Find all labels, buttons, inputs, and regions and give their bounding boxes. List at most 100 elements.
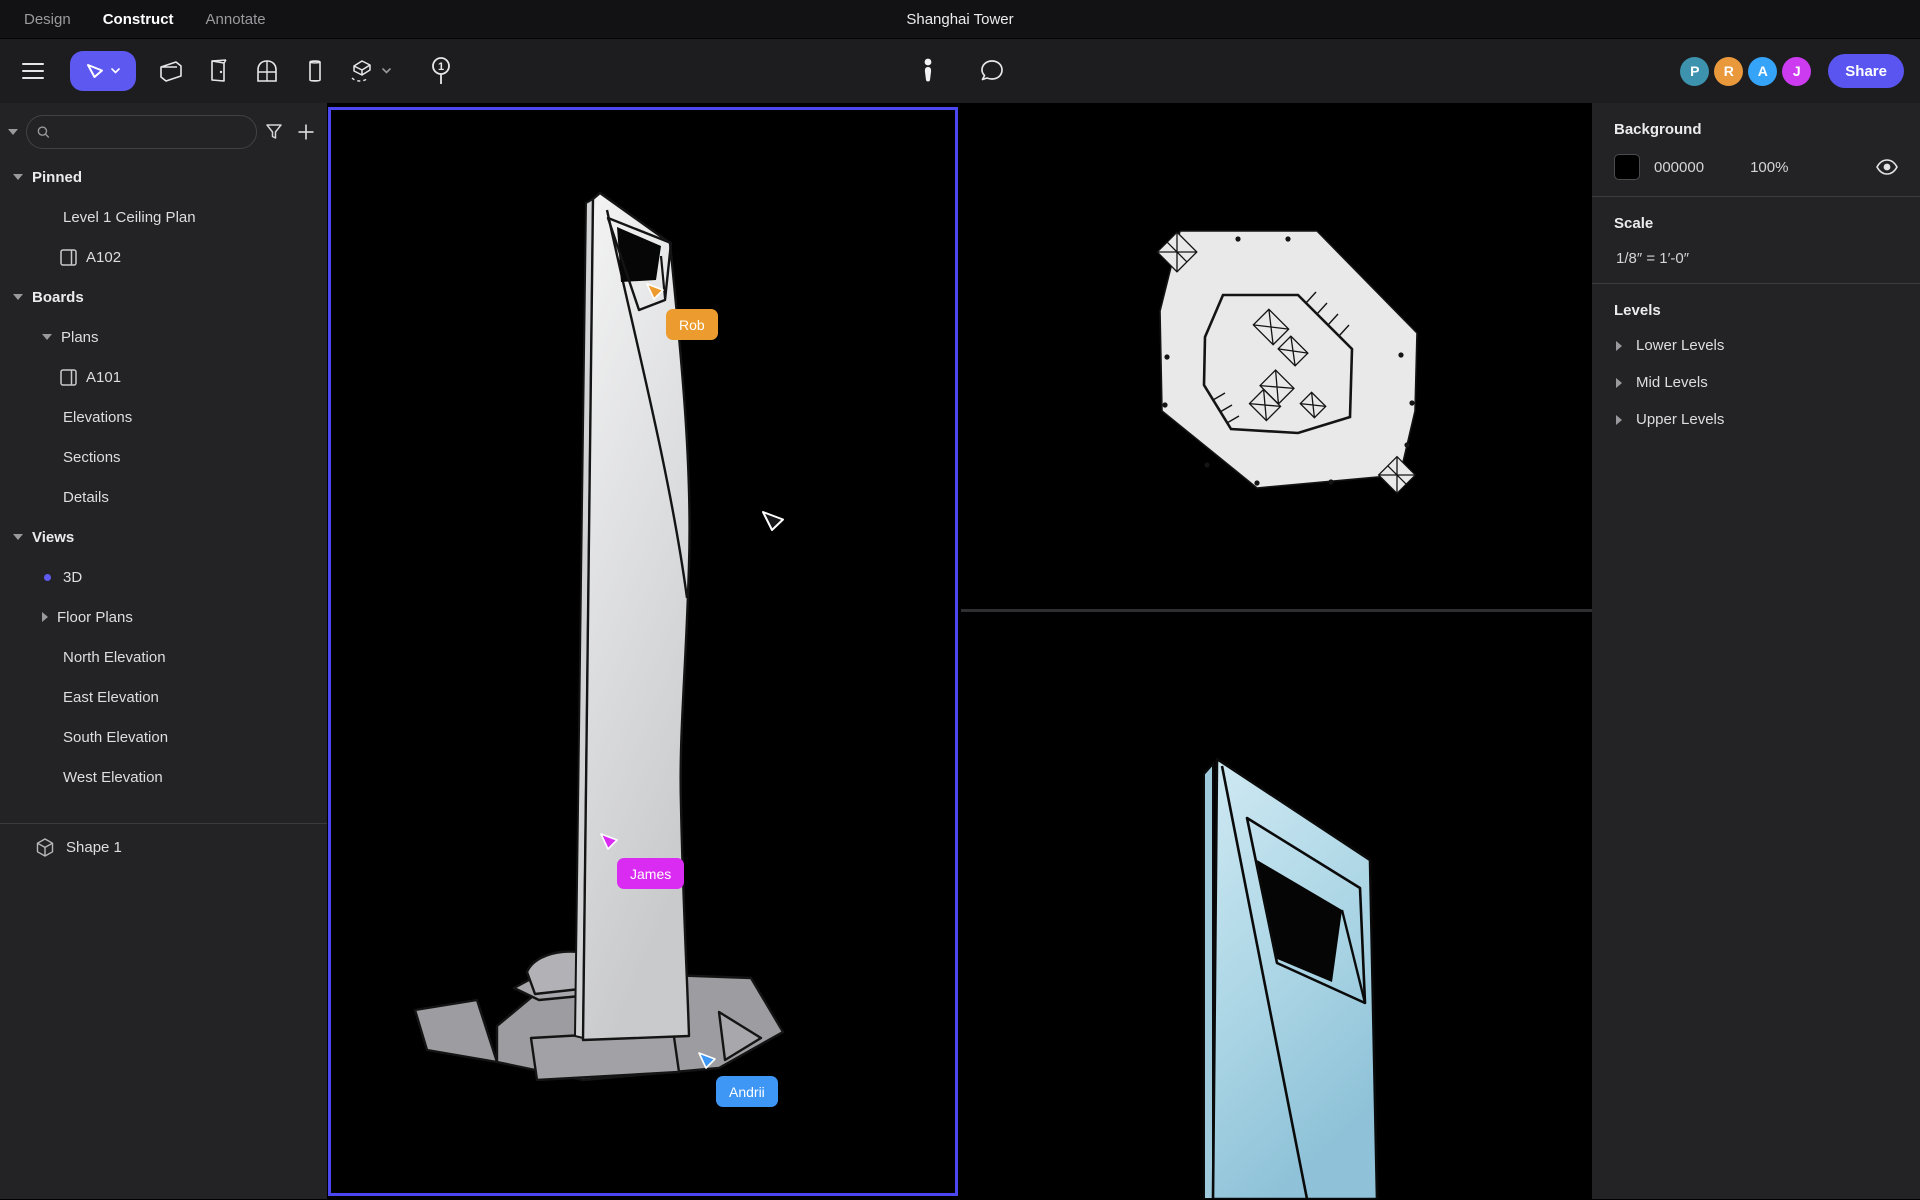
background-opacity-value[interactable]: 100% xyxy=(1750,159,1788,176)
massing-icon xyxy=(348,58,378,84)
avatar[interactable]: J xyxy=(1782,57,1811,86)
level-group-upper[interactable]: Upper Levels xyxy=(1614,401,1898,438)
scale-value[interactable]: 1/8″ = 1′-0″ xyxy=(1614,250,1898,267)
background-section: Background 000000 100% xyxy=(1592,103,1920,196)
plus-icon[interactable] xyxy=(297,123,315,141)
tab-annotate[interactable]: Annotate xyxy=(206,11,266,28)
cube-icon xyxy=(36,838,54,857)
local-cursor xyxy=(761,510,787,534)
sidebar-item-elevations[interactable]: Elevations xyxy=(0,397,327,437)
frame-3d-view-selected[interactable]: Rob James Andrii xyxy=(328,107,958,1196)
search-icon xyxy=(37,125,50,139)
chevron-right-icon xyxy=(1616,341,1622,351)
cursor-icon xyxy=(86,62,105,80)
wall-icon xyxy=(158,60,184,82)
cursor-label-james: James xyxy=(617,858,684,889)
frame-3d-detail-view[interactable] xyxy=(961,612,1592,1199)
search-input-wrap[interactable] xyxy=(26,115,257,149)
tab-design[interactable]: Design xyxy=(24,11,71,28)
background-title: Background xyxy=(1614,121,1898,138)
chevron-right-icon xyxy=(1616,415,1622,425)
levels-title: Levels xyxy=(1614,302,1898,319)
sidebar-item-details[interactable]: Details xyxy=(0,477,327,517)
sheet-icon xyxy=(60,249,77,266)
filter-icon[interactable] xyxy=(265,123,283,141)
sheet-icon xyxy=(60,369,77,386)
collapse-all-chevron-icon[interactable] xyxy=(8,129,18,135)
level-group-mid[interactable]: Mid Levels xyxy=(1614,364,1898,401)
cursor-label-andrii: Andrii xyxy=(716,1076,778,1107)
wall-tool-button[interactable] xyxy=(154,54,188,88)
window-tool-button[interactable] xyxy=(250,54,284,88)
cursor-label-rob: Rob xyxy=(666,309,718,340)
frame-floor-plan-view[interactable] xyxy=(961,105,1592,609)
door-icon xyxy=(209,59,229,83)
chevron-right-icon xyxy=(42,612,48,622)
sidebar-item-3d-view[interactable]: 3D xyxy=(0,557,327,597)
sidebar-item-a101[interactable]: A101 xyxy=(0,357,327,397)
chevron-down-icon xyxy=(42,334,52,340)
chevron-down-icon xyxy=(13,294,23,300)
presence-button[interactable] xyxy=(911,54,945,88)
collaborator-cursor-rob xyxy=(645,282,667,302)
avatar[interactable]: R xyxy=(1714,57,1743,86)
sidebar-item-floor-plans[interactable]: Floor Plans xyxy=(0,597,327,637)
sidebar-section-pinned[interactable]: Pinned xyxy=(0,157,327,197)
scale-section: Scale 1/8″ = 1′-0″ xyxy=(1592,197,1920,283)
center-tools xyxy=(911,39,1009,103)
background-color-swatch[interactable] xyxy=(1614,154,1640,180)
person-icon xyxy=(921,58,935,84)
sidebar-item-south-elevation[interactable]: South Elevation xyxy=(0,717,327,757)
scale-title: Scale xyxy=(1614,215,1898,232)
properties-panel: Background 000000 100% Scale 1/8″ = 1′-0… xyxy=(1592,103,1920,1199)
sidebar-item-west-elevation[interactable]: West Elevation xyxy=(0,757,327,797)
toolbar: 1 P R A J Share xyxy=(0,39,1920,103)
select-tool-button[interactable] xyxy=(70,51,136,91)
section-label: Boards xyxy=(32,289,84,306)
tower-top-blue-render xyxy=(961,612,1592,1199)
viewport-canvas[interactable]: Rob James Andrii xyxy=(327,103,1592,1199)
chevron-down-icon xyxy=(382,68,391,74)
sidebar-item-east-elevation[interactable]: East Elevation xyxy=(0,677,327,717)
chevron-down-icon xyxy=(13,174,23,180)
marker-badge: 1 xyxy=(438,61,444,73)
menu-button[interactable] xyxy=(16,54,50,88)
sidebar-item-plans[interactable]: Plans xyxy=(0,317,327,357)
sidebar-section-views[interactable]: Views xyxy=(0,517,327,557)
column-icon xyxy=(308,59,322,83)
column-tool-button[interactable] xyxy=(298,54,332,88)
collaborator-cursor-james xyxy=(599,832,621,852)
window-icon xyxy=(255,59,279,83)
sidebar-item-shape1[interactable]: Shape 1 xyxy=(0,824,327,870)
active-view-dot xyxy=(44,574,51,581)
comments-button[interactable] xyxy=(975,54,1009,88)
share-button[interactable]: Share xyxy=(1828,54,1904,88)
sidebar-item-a102[interactable]: A102 xyxy=(0,237,327,277)
background-hex-value[interactable]: 000000 xyxy=(1654,159,1704,176)
section-label: Views xyxy=(32,529,74,546)
levels-section: Levels Lower Levels Mid Levels Upper Lev… xyxy=(1592,284,1920,454)
hamburger-icon xyxy=(22,62,44,80)
marker-tool-button[interactable]: 1 xyxy=(424,54,458,88)
sidebar-search-row xyxy=(0,103,327,157)
door-tool-button[interactable] xyxy=(202,54,236,88)
comment-bubble-icon xyxy=(979,58,1005,84)
layers-sidebar: Pinned Level 1 Ceiling Plan A102 Boards … xyxy=(0,103,327,1199)
chevron-down-icon xyxy=(111,68,120,74)
chevron-down-icon xyxy=(13,534,23,540)
section-label: Pinned xyxy=(32,169,82,186)
floor-plan-drawing xyxy=(961,105,1592,609)
sidebar-item-north-elevation[interactable]: North Elevation xyxy=(0,637,327,677)
sidebar-item-sections[interactable]: Sections xyxy=(0,437,327,477)
sidebar-item-level1-ceiling-plan[interactable]: Level 1 Ceiling Plan xyxy=(0,197,327,237)
avatar[interactable]: A xyxy=(1748,57,1777,86)
tab-construct[interactable]: Construct xyxy=(103,11,174,28)
top-bar: Design Construct Annotate Shanghai Tower xyxy=(0,0,1920,39)
massing-tool-button[interactable] xyxy=(346,54,392,88)
sidebar-section-boards[interactable]: Boards xyxy=(0,277,327,317)
level-group-lower[interactable]: Lower Levels xyxy=(1614,327,1898,364)
document-title[interactable]: Shanghai Tower xyxy=(906,11,1013,28)
visibility-eye-icon[interactable] xyxy=(1876,159,1898,175)
search-input[interactable] xyxy=(57,124,246,140)
avatar[interactable]: P xyxy=(1680,57,1709,86)
